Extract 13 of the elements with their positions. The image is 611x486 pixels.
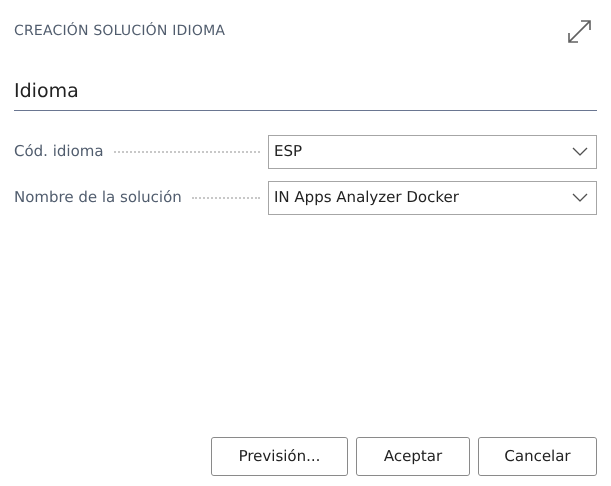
leader-line xyxy=(192,196,260,198)
chevron-down-icon xyxy=(572,147,588,156)
field-label: Nombre de la solución xyxy=(14,187,182,208)
section-title: Idioma xyxy=(14,80,79,102)
expand-icon[interactable] xyxy=(566,18,593,45)
chevron-down-icon xyxy=(572,193,588,202)
dialog-button[interactable]: Previsión... xyxy=(211,437,348,476)
dropdown-field[interactable]: IN Apps Analyzer Docker xyxy=(268,180,597,214)
dialog-button[interactable]: Aceptar xyxy=(356,437,470,476)
dialog-button[interactable]: Cancelar xyxy=(478,437,597,476)
dropdown-field[interactable]: ESP xyxy=(268,134,597,168)
field-label: Cód. idioma xyxy=(14,141,104,162)
dialog-title: CREACIÓN SOLUCIÓN IDIOMA xyxy=(14,21,226,41)
